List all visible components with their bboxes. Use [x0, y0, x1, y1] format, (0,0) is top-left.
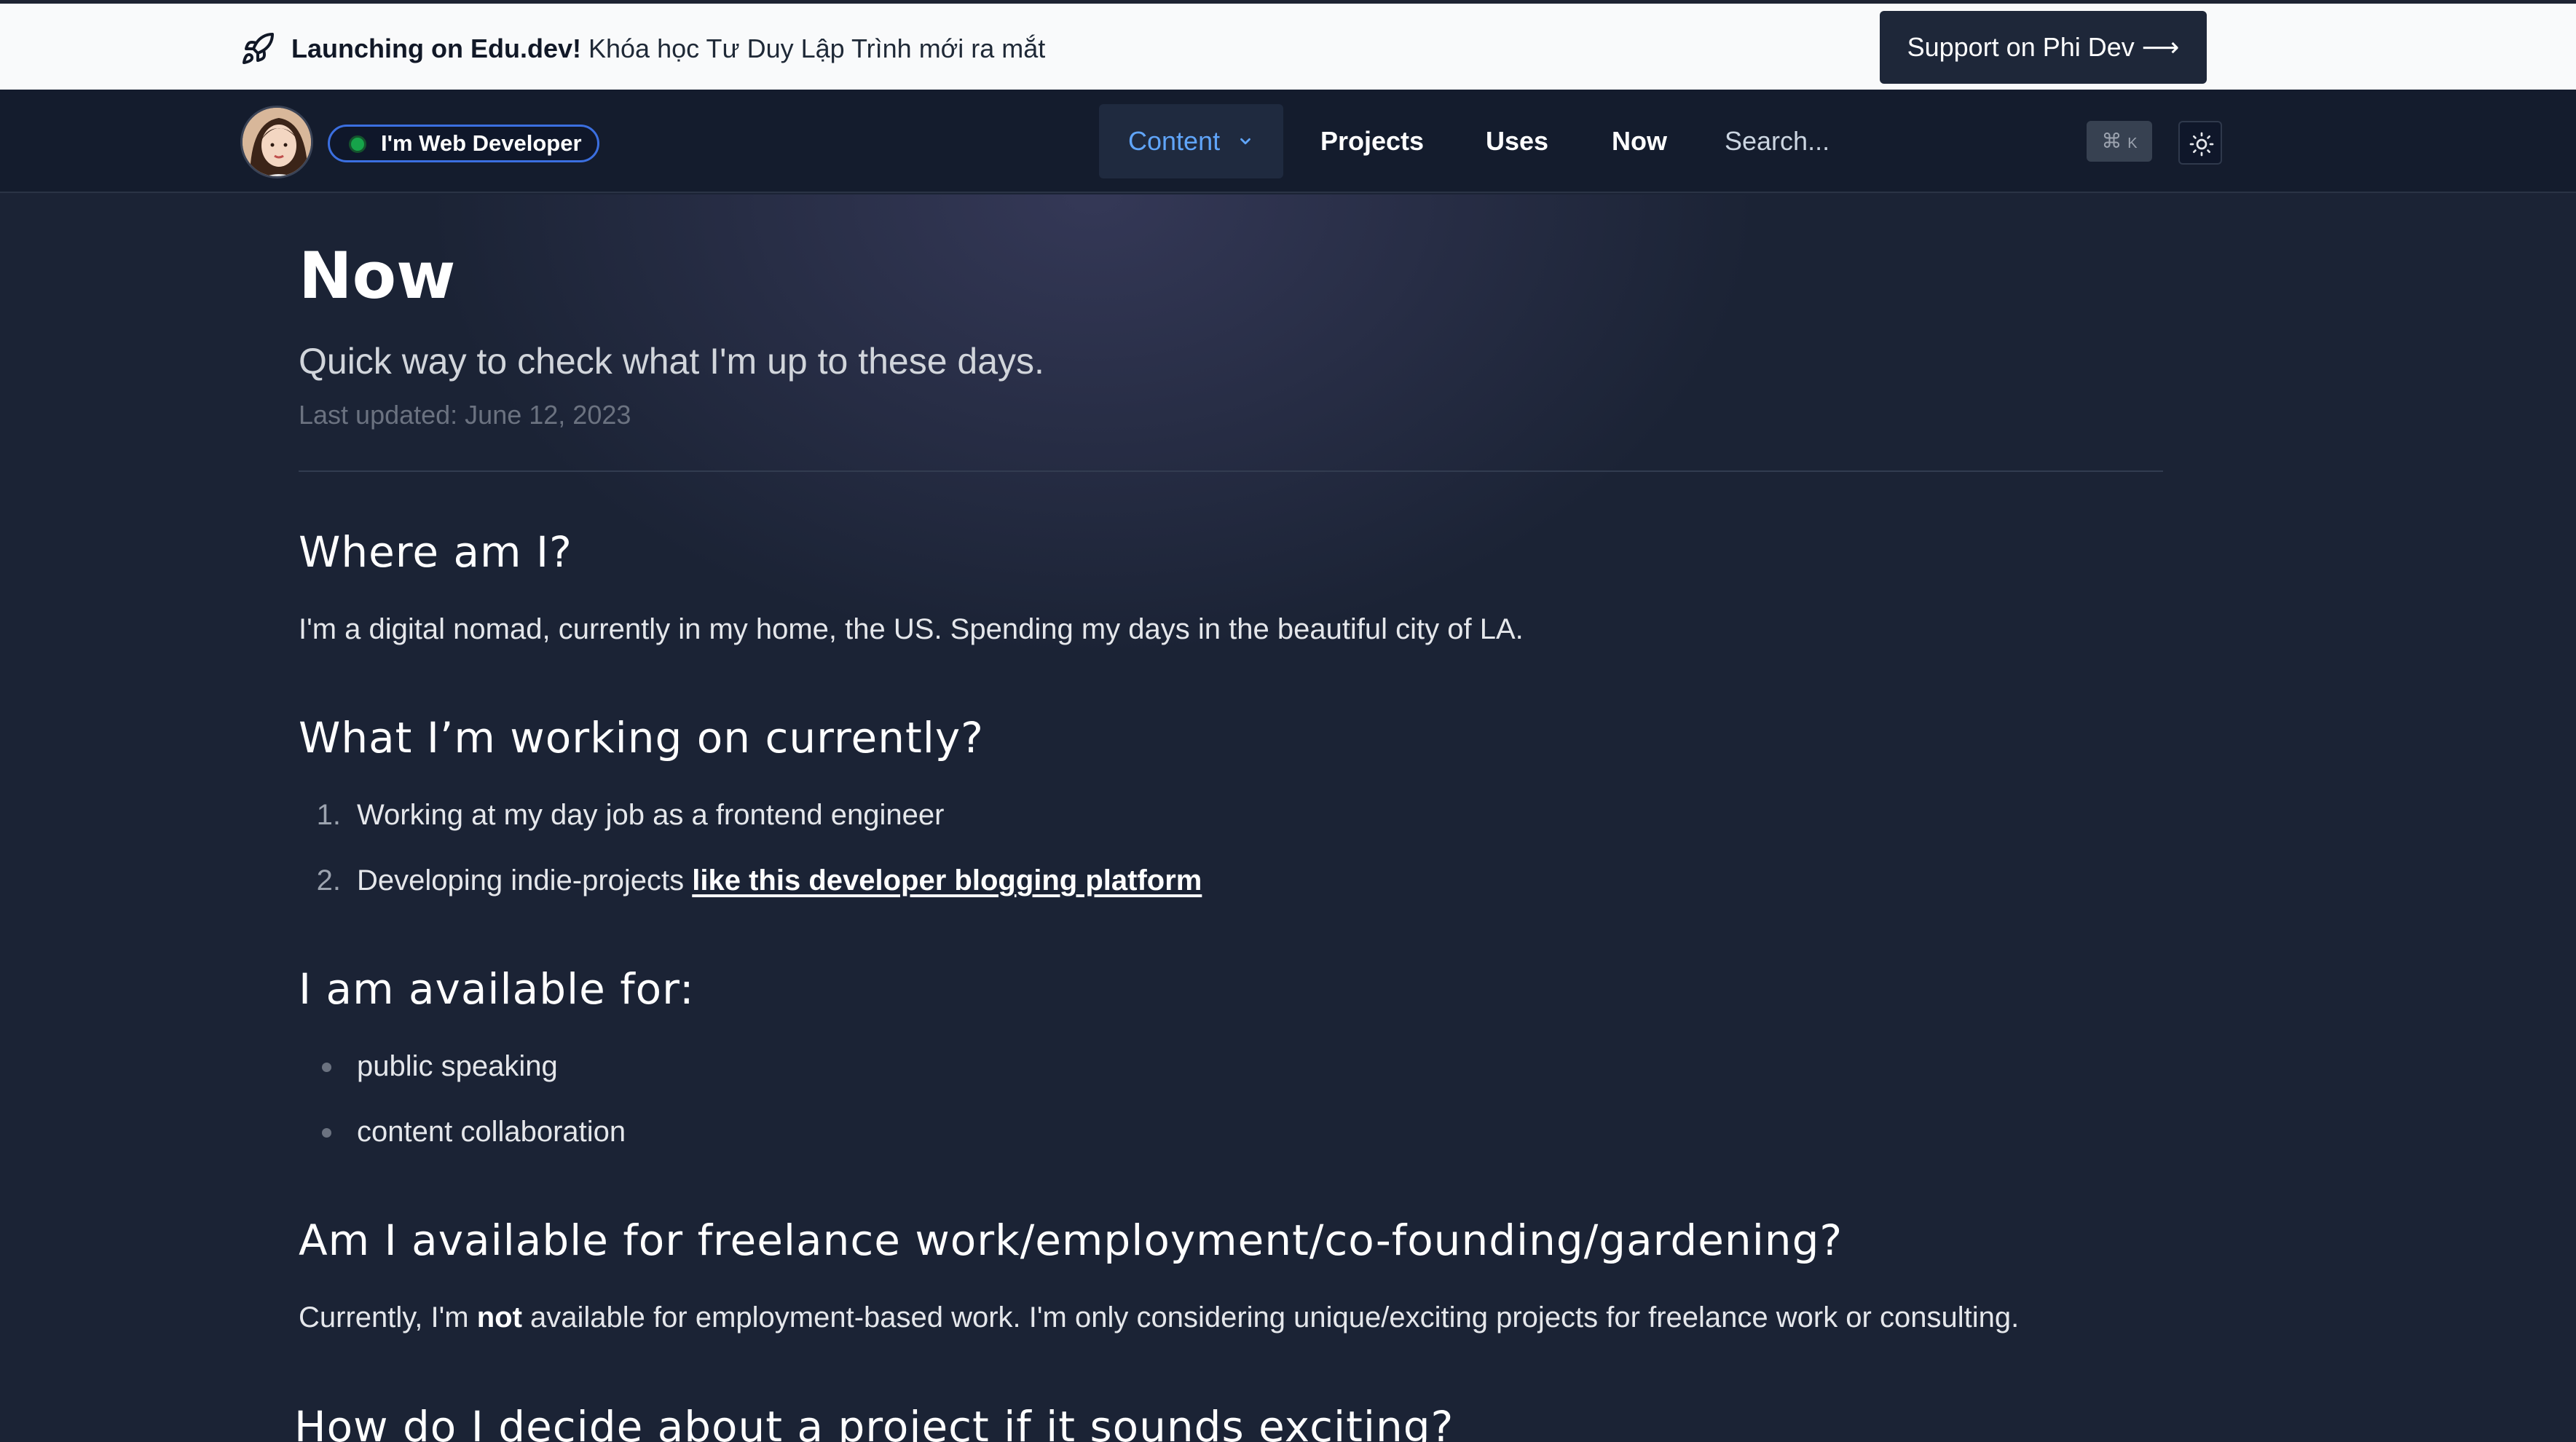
list-number: 1.	[316, 799, 341, 831]
search-input[interactable]	[1723, 104, 2014, 178]
announcement-highlight: Launching on Edu.dev!	[291, 34, 581, 63]
chevron-down-icon	[1240, 138, 1250, 145]
page-subtitle: Quick way to check what I'm up to these …	[299, 341, 1044, 382]
nav-content-label: Content	[1128, 126, 1221, 156]
list-item: Developing indie-projects like this deve…	[357, 864, 1202, 897]
blogging-platform-link[interactable]: like this developer blogging platform	[692, 864, 1202, 897]
freelance-text-bold: not	[476, 1301, 522, 1333]
avatar[interactable]	[240, 106, 313, 178]
freelance-text-before: Currently, I'm	[299, 1301, 477, 1333]
bullet-icon	[322, 1128, 331, 1138]
list-item-text: Developing indie-projects	[357, 864, 693, 897]
main-content: Now Quick way to check what I'm up to th…	[0, 194, 2576, 1442]
bullet-icon	[322, 1063, 331, 1072]
online-status-dot	[349, 135, 366, 153]
page-title: Now	[299, 238, 456, 313]
divider	[299, 470, 2163, 472]
nav-link-uses[interactable]: Uses	[1486, 104, 1548, 178]
nav-content-menu[interactable]: Content	[1099, 104, 1283, 178]
announcement-message: Khóa học Tư Duy Lập Trình mới ra mắt	[581, 34, 1046, 63]
heading-available: I am available for:	[299, 964, 695, 1014]
nav-link-now[interactable]: Now	[1612, 104, 1667, 178]
avatar-image	[243, 108, 311, 176]
list-item: content collaboration	[357, 1116, 626, 1148]
paragraph-freelance: Currently, I'm not available for employm…	[299, 1301, 2019, 1334]
heading-decide: How do I decide about a project if it so…	[294, 1402, 1454, 1442]
paragraph-where: I'm a digital nomad, currently in my hom…	[299, 613, 1524, 645]
announcement-text: Launching on Edu.dev! Khóa học Tư Duy Lậ…	[291, 31, 1045, 66]
status-badge[interactable]: I'm Web Developer	[328, 125, 599, 162]
freelance-text-after: available for employment-based work. I'm…	[521, 1301, 2020, 1333]
heading-where: Where am I?	[299, 527, 572, 577]
navbar: I'm Web Developer Content Projects Uses …	[0, 90, 2576, 193]
status-badge-label: I'm Web Developer	[381, 130, 582, 156]
list-item: Working at my day job as a frontend engi…	[357, 799, 944, 832]
list-item: public speaking	[357, 1050, 558, 1082]
last-updated: Last updated: June 12, 2023	[299, 400, 631, 430]
announcement-bar: Launching on Edu.dev! Khóa học Tư Duy Lậ…	[0, 4, 2576, 90]
nav-link-projects[interactable]: Projects	[1320, 104, 1424, 178]
list-item-text: Working at my day job as a frontend engi…	[357, 799, 945, 831]
search-shortcut: ⌘ K	[2087, 121, 2152, 162]
sun-icon	[2189, 132, 2214, 157]
shortcut-key: K	[2127, 135, 2138, 151]
heading-working: What I’m working on currently?	[299, 713, 984, 763]
theme-toggle-button[interactable]	[2178, 121, 2222, 165]
heading-freelance: Am I available for freelance work/employ…	[299, 1216, 1843, 1265]
support-button[interactable]: Support on Phi Dev ⟶	[1880, 11, 2207, 84]
rocket-icon	[243, 32, 274, 64]
list-number: 2.	[316, 864, 341, 897]
command-key-icon: ⌘	[2101, 130, 2122, 152]
